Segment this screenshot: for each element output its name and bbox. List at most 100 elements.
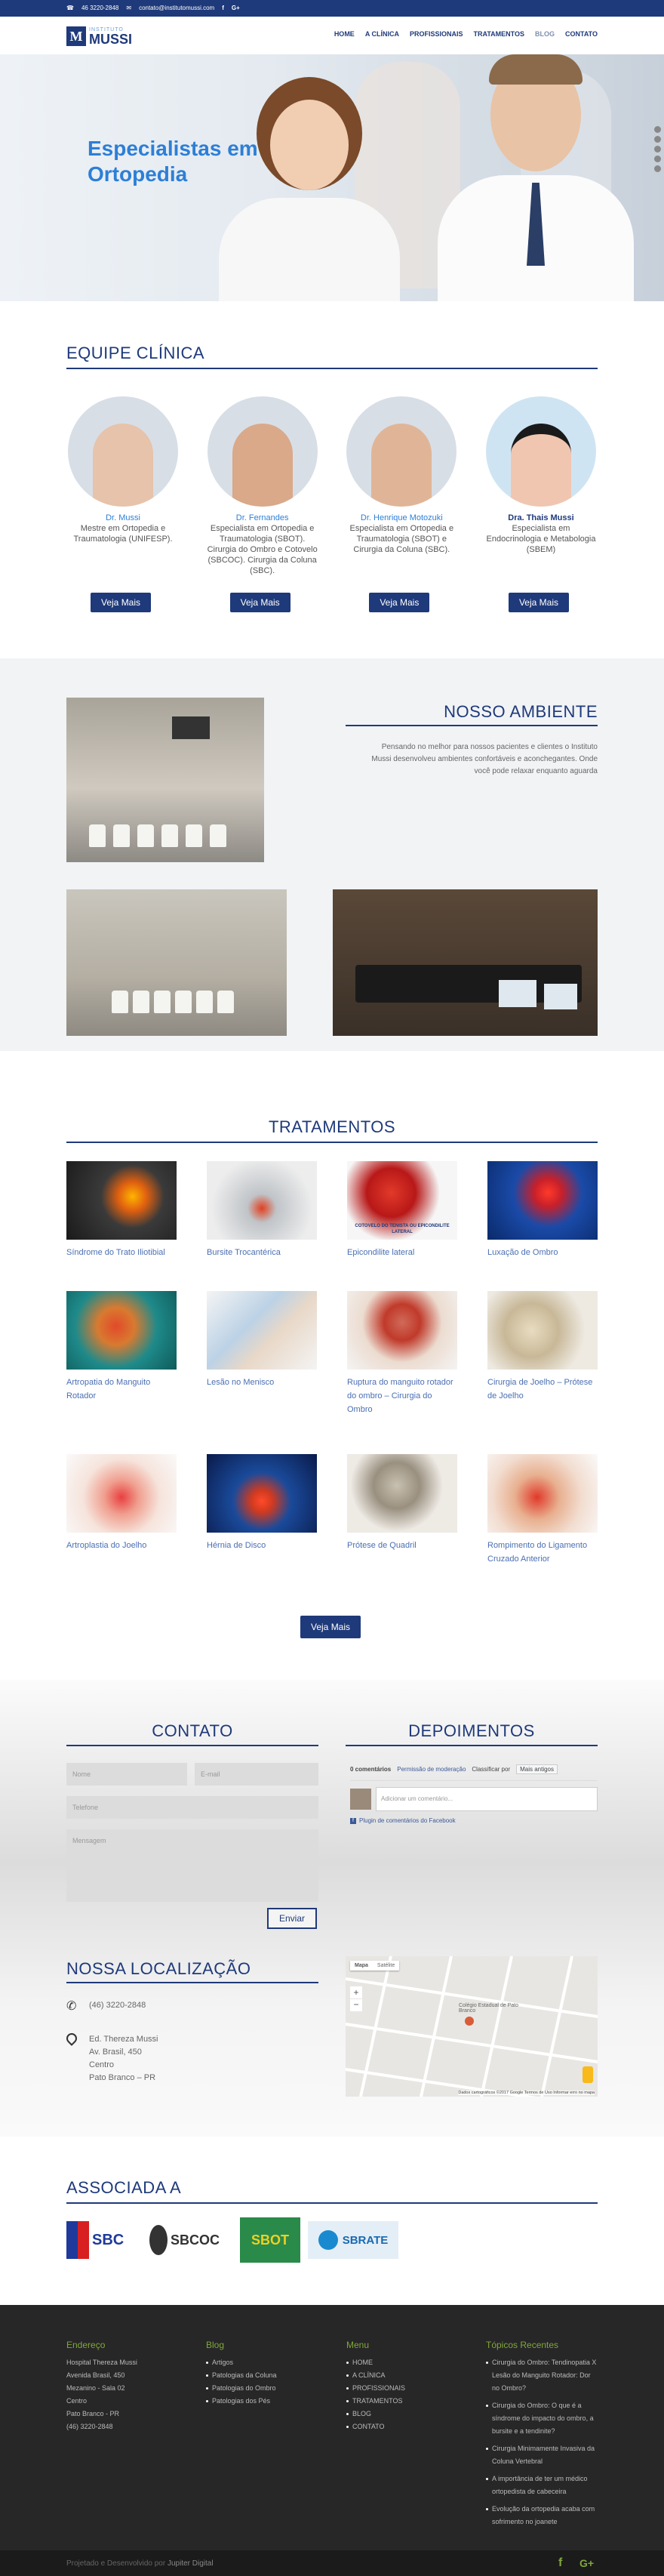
member-more-button[interactable]: Veja Mais <box>229 593 290 612</box>
footer-menu-link[interactable]: HOME <box>346 2356 460 2369</box>
treatment-item[interactable]: Artropatia do Manguito Rotador <box>66 1291 177 1403</box>
phone-field[interactable]: Telefone <box>66 1796 318 1819</box>
member-more-button[interactable]: Veja Mais <box>91 593 152 612</box>
loc-phone[interactable]: (46) 3220-2848 <box>89 2001 146 2010</box>
nav-blog[interactable]: BLOG <box>535 30 555 38</box>
treatment-image <box>207 1161 317 1240</box>
treatment-item[interactable]: Bursite Trocantérica <box>207 1161 317 1259</box>
google-plus-icon[interactable]: G+ <box>232 5 240 11</box>
footer-blog-link[interactable]: Patologias da Coluna <box>206 2369 319 2382</box>
footer-blog-link[interactable]: Patologias do Ombro <box>206 2382 319 2395</box>
footer-address-line: Avenida Brasil, 450 <box>66 2371 125 2379</box>
team-title: EQUIPE CLÍNICA <box>66 344 205 362</box>
hero-doctor-female <box>219 77 400 301</box>
hero-banner: Especialistas em Ortopedia <box>0 54 664 301</box>
footer-topic-link[interactable]: Cirurgia do Ombro: Tendinopatia X Lesão … <box>486 2356 599 2395</box>
comment-input[interactable]: Adicionar um comentário... <box>376 1787 598 1811</box>
treatment-item[interactable]: Lesão no Menisco <box>207 1291 317 1389</box>
treatment-item[interactable]: Luxação de Ombro <box>487 1161 598 1259</box>
google-map[interactable]: Mapa Satélite + − Colégio Estadual de Pa… <box>346 1956 598 2097</box>
zoom-in-button[interactable]: + <box>350 1986 362 1998</box>
fb-plugin-label[interactable]: Plugin de comentários do Facebook <box>359 1817 456 1824</box>
tratamentos-more-button[interactable]: Veja Mais <box>300 1616 361 1638</box>
treatment-image-caption: COTOVELO DO TENISTA OU EPICONDILITE LATE… <box>355 1224 450 1234</box>
sbrate-logo[interactable]: SBRATE <box>308 2221 398 2259</box>
footer-topic-link[interactable]: Evolução da ortopedia acaba com sofrimen… <box>486 2503 599 2528</box>
treatment-image <box>487 1161 598 1240</box>
footer-menu-link[interactable]: PROFISSIONAIS <box>346 2382 460 2395</box>
footer-topic-link[interactable]: Cirurgia Minimamente Invasiva da Coluna … <box>486 2442 599 2468</box>
treatment-image <box>207 1454 317 1533</box>
site-logo[interactable]: M INSTITUTO MUSSI <box>66 24 132 48</box>
send-button[interactable]: Enviar <box>267 1908 317 1929</box>
treatment-item[interactable]: Ruptura do manguito rotador do ombro – C… <box>347 1291 457 1416</box>
map-tab-map[interactable]: Mapa <box>350 1961 373 1971</box>
sort-select[interactable]: Mais antigos <box>516 1764 558 1774</box>
avatar[interactable] <box>485 396 596 507</box>
zoom-out-button[interactable]: − <box>350 1999 362 2011</box>
avatar[interactable] <box>207 396 318 507</box>
nav-tratamentos[interactable]: TRATAMENTOS <box>474 30 525 38</box>
member-more-button[interactable]: Veja Mais <box>508 593 569 612</box>
fb-comments-widget: 0 comentários Permissão de moderação Cla… <box>350 1764 598 1824</box>
nav-home[interactable]: HOME <box>334 30 355 38</box>
ambiente-photo-hall[interactable] <box>66 889 287 1036</box>
treatment-name: Artropatia do Manguito Rotador <box>66 1378 151 1400</box>
facebook-icon: f <box>350 1817 356 1824</box>
treatment-item[interactable]: Artroplastia do Joelho <box>66 1454 177 1552</box>
member-desc: Especialista em Ortopedia e Traumatologi… <box>349 524 454 554</box>
treatment-item[interactable]: Rompimento do Ligamento Cruzado Anterior <box>487 1454 598 1566</box>
depoimentos-title-rule <box>346 1745 598 1746</box>
google-plus-icon[interactable]: G+ <box>579 2557 594 2569</box>
avatar[interactable] <box>346 396 457 507</box>
treatment-name: Rompimento do Ligamento Cruzado Anterior <box>487 1541 588 1564</box>
map-tab-satellite[interactable]: Satélite <box>373 1961 399 1971</box>
top-email[interactable]: contato@institutomussi.com <box>139 5 214 11</box>
treatment-item[interactable]: Síndrome do Trato Iliotibial <box>66 1161 177 1259</box>
tratamentos-title: TRATAMENTOS <box>268 1117 396 1136</box>
footer-blog-link[interactable]: Patologias dos Pés <box>206 2395 319 2408</box>
treatment-item[interactable]: Cirurgia de Joelho – Prótese de Joelho <box>487 1291 598 1403</box>
ambiente-photo-waiting-room[interactable] <box>66 698 264 862</box>
footer-topic-link[interactable]: Cirurgia do Ombro: O que é a síndrome do… <box>486 2399 599 2438</box>
sbot-logo[interactable]: SBOT <box>240 2217 300 2263</box>
treatment-name: Cirurgia de Joelho – Prótese de Joelho <box>487 1378 593 1400</box>
team-member: Dr. Mussi Mestre em Ortopedia e Traumato… <box>66 396 180 612</box>
sbc-logo[interactable]: SBC <box>66 2217 142 2263</box>
footer-menu-link[interactable]: BLOG <box>346 2408 460 2420</box>
name-field[interactable]: Nome <box>66 1763 187 1786</box>
footer-menu-link[interactable]: A CLÍNICA <box>346 2369 460 2382</box>
moderation-link[interactable]: Permissão de moderação <box>397 1766 466 1773</box>
credit-link[interactable]: Jupiter Digital <box>168 2559 214 2568</box>
avatar[interactable] <box>68 396 178 507</box>
footer-menu-link[interactable]: TRATAMENTOS <box>346 2395 460 2408</box>
member-more-button[interactable]: Veja Mais <box>369 593 430 612</box>
facebook-icon[interactable]: f <box>222 5 224 11</box>
footer-menu-link[interactable]: CONTATO <box>346 2420 460 2433</box>
ambiente-photo-reception[interactable] <box>333 889 598 1036</box>
treatment-item[interactable]: Prótese de Quadril <box>347 1454 457 1552</box>
treatment-image <box>66 1454 177 1533</box>
nav-profissionais[interactable]: PROFISSIONAIS <box>410 30 463 38</box>
address-line: Av. Brasil, 450 <box>89 2048 142 2057</box>
footer-address-line: Centro <box>66 2397 88 2405</box>
sbcoc-logo[interactable]: SBCOC <box>149 2217 232 2263</box>
top-phone[interactable]: 46 3220-2848 <box>81 5 118 11</box>
treatment-name: Artroplastia do Joelho <box>66 1541 147 1550</box>
nav-clinica[interactable]: A CLÍNICA <box>365 30 399 38</box>
footer-topicos-title: Tópicos Recentes <box>486 2340 559 2350</box>
treatment-item[interactable]: Hérnia de Disco <box>207 1454 317 1552</box>
facebook-icon[interactable]: f <box>558 2556 562 2570</box>
footer-blog-link[interactable]: Artigos <box>206 2356 319 2369</box>
team-title-rule <box>66 368 598 369</box>
email-field[interactable]: E-mail <box>195 1763 318 1786</box>
nav-contato[interactable]: CONTATO <box>565 30 598 38</box>
street-view-icon[interactable] <box>583 2066 593 2083</box>
footer-blog-title: Blog <box>206 2340 225 2350</box>
treatment-item[interactable]: COTOVELO DO TENISTA OU EPICONDILITE LATE… <box>347 1161 457 1259</box>
footer-topic-link[interactable]: A importância de ter um médico ortopedis… <box>486 2473 599 2498</box>
message-field[interactable]: Mensagem <box>66 1829 318 1902</box>
treatment-image <box>66 1161 177 1240</box>
hero-slider-dots[interactable] <box>654 126 661 172</box>
footer-menu: Menu HOME A CLÍNICA PROFISSIONAIS TRATAM… <box>346 2339 460 2433</box>
